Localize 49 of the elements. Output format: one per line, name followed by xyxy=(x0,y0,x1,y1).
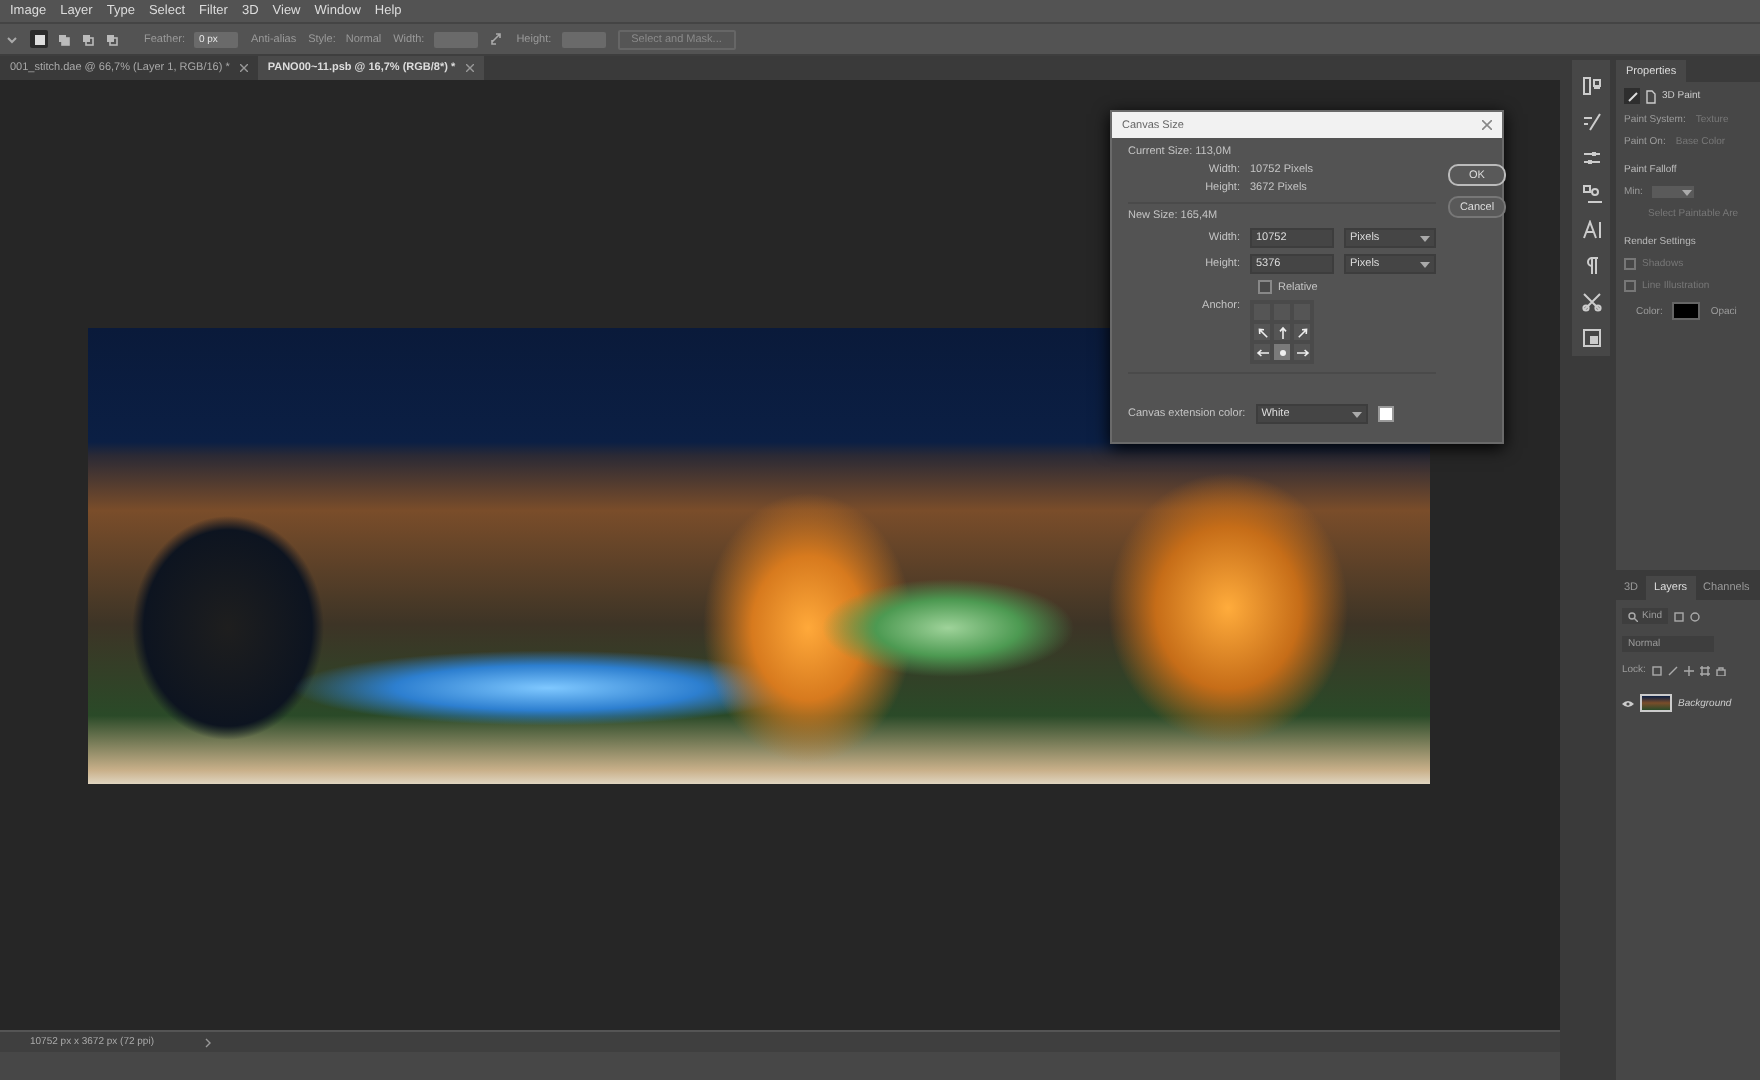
anchor-cell[interactable] xyxy=(1292,342,1312,362)
color-swatch[interactable] xyxy=(1377,406,1394,422)
paint-mode-button[interactable] xyxy=(1624,88,1640,104)
image-icon[interactable] xyxy=(1674,611,1685,621)
anchor-cell[interactable] xyxy=(1252,342,1272,362)
sliders-icon[interactable] xyxy=(1581,148,1601,168)
paragraph-icon[interactable] xyxy=(1581,256,1601,276)
anchor-cell[interactable] xyxy=(1252,322,1272,342)
move-icon[interactable] xyxy=(1683,665,1694,675)
document-icon[interactable] xyxy=(1646,89,1656,103)
color-swatch[interactable] xyxy=(1672,302,1701,320)
brush-icon[interactable] xyxy=(1667,665,1678,675)
circle-icon[interactable] xyxy=(1690,611,1701,621)
checkbox[interactable] xyxy=(1624,280,1636,292)
caret-icon xyxy=(1351,411,1362,417)
history-icon[interactable] xyxy=(1581,76,1601,96)
caret-icon xyxy=(1682,189,1693,195)
close-icon[interactable] xyxy=(1482,120,1492,130)
stamp-icon[interactable] xyxy=(1581,184,1601,204)
checkbox[interactable] xyxy=(1258,280,1272,294)
anchor-cell[interactable] xyxy=(1272,342,1292,362)
eye-icon[interactable] xyxy=(1622,699,1634,707)
selection-mode-button[interactable] xyxy=(30,30,48,48)
arrow-icon xyxy=(1295,325,1309,339)
anchor-dot-icon xyxy=(1279,349,1285,355)
arrow-icon xyxy=(1295,345,1309,359)
layer-thumbnail xyxy=(1640,694,1672,712)
close-icon[interactable] xyxy=(465,64,474,72)
navigator-icon[interactable] xyxy=(1581,328,1601,348)
character-icon[interactable] xyxy=(1581,220,1601,240)
artboard-icon[interactable] xyxy=(1699,665,1710,675)
anchor-cell[interactable] xyxy=(1272,322,1292,342)
checkbox[interactable] xyxy=(1624,258,1636,270)
brush-icon[interactable] xyxy=(1581,112,1601,132)
arrow-icon xyxy=(1275,325,1289,339)
caret-icon xyxy=(1420,235,1430,241)
arrow-icon xyxy=(1255,345,1269,359)
caret-icon xyxy=(1420,261,1430,267)
anchor-cell[interactable] xyxy=(1292,322,1312,342)
close-icon[interactable] xyxy=(239,64,248,72)
chevron-icon[interactable] xyxy=(204,1037,212,1047)
search-icon[interactable] xyxy=(1628,611,1638,621)
brush-icon xyxy=(1627,91,1637,101)
tools-icon[interactable] xyxy=(1581,292,1601,312)
lock-pixels-icon[interactable] xyxy=(1651,665,1662,675)
min-input-field[interactable] xyxy=(1652,186,1695,198)
arrow-icon xyxy=(1255,325,1269,339)
lock-icon[interactable] xyxy=(1715,665,1726,675)
swap-icon[interactable] xyxy=(490,32,505,46)
